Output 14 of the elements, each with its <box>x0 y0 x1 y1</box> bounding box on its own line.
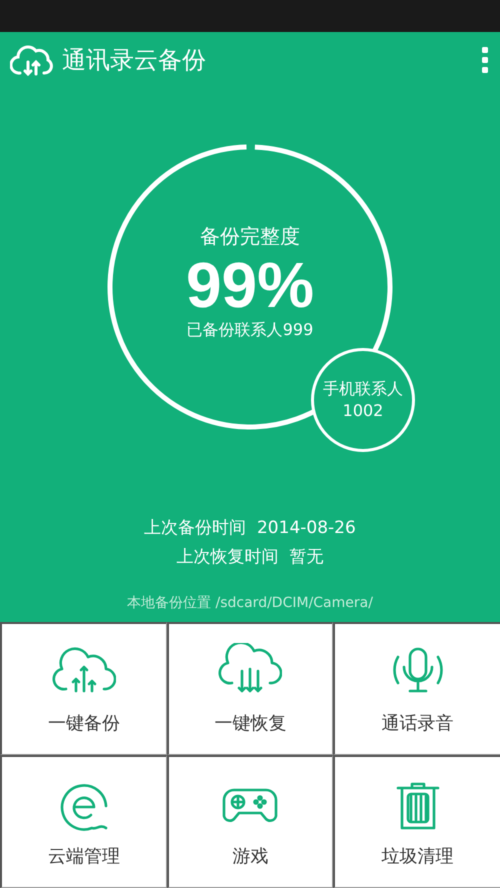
more-menu-icon[interactable] <box>480 45 490 75</box>
action-tile[interactable]: 一键备份 <box>0 622 167 755</box>
action-tile[interactable]: 一键恢复 <box>166 622 334 755</box>
percent-value: 99% <box>186 250 314 320</box>
action-tile[interactable]: 游戏 <box>166 755 334 888</box>
action-tile[interactable]: 垃圾清理 <box>333 755 500 888</box>
app-title: 通讯录云备份 <box>62 45 207 76</box>
completeness-heading: 备份完整度 <box>200 222 300 250</box>
time-line: 上次恢复时间 暂无 <box>176 546 324 568</box>
action-tile[interactable]: 通话录音 <box>333 622 500 755</box>
time-line: 上次备份时间 2014-08-26 <box>144 517 356 539</box>
backup-location: 本地备份位置 /sdcard/DCIM/Camera/ <box>127 594 373 612</box>
action-tile[interactable]: 云端管理 <box>0 755 167 888</box>
backed-up-count: 已备份联系人999 <box>186 320 314 342</box>
